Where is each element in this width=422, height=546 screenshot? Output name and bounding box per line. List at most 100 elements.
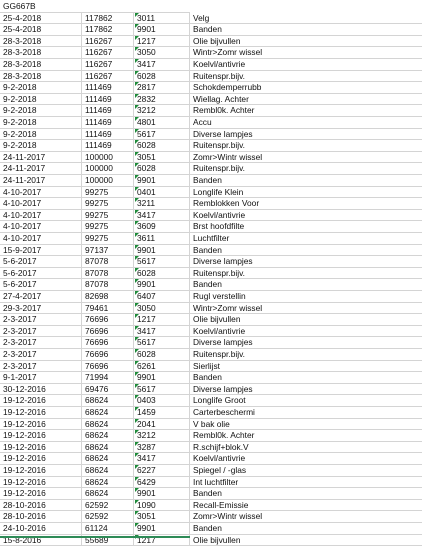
mileage-cell[interactable]: 111469: [82, 117, 134, 129]
mileage-cell[interactable]: 68624: [82, 395, 134, 407]
mileage-cell[interactable]: 68624: [82, 465, 134, 477]
description-cell[interactable]: Rembl0k. Achter: [190, 430, 422, 442]
date-cell[interactable]: 9-2-2018: [0, 128, 82, 141]
date-cell[interactable]: 4-10-2017: [0, 221, 82, 233]
date-cell[interactable]: 28-3-2018: [0, 70, 82, 83]
description-cell[interactable]: Olie bijvullen: [190, 314, 422, 326]
mileage-cell[interactable]: 97137: [82, 244, 134, 257]
code-cell[interactable]: 3609: [134, 221, 190, 233]
date-cell[interactable]: 29-3-2017: [0, 302, 82, 315]
description-cell[interactable]: Diverse lampjes: [190, 384, 422, 396]
date-cell[interactable]: 28-10-2016: [0, 511, 82, 523]
description-cell[interactable]: Brst hoofdfilte: [190, 221, 422, 233]
description-cell[interactable]: Diverse lampjes: [190, 337, 422, 349]
date-cell[interactable]: 19-12-2016: [0, 395, 82, 407]
mileage-cell[interactable]: 76696: [82, 349, 134, 361]
description-cell[interactable]: Int luchtfilter: [190, 477, 422, 489]
date-cell[interactable]: 24-10-2016: [0, 523, 82, 535]
description-cell[interactable]: Ruitenspr.bijv.: [190, 349, 422, 361]
code-cell[interactable]: 2832: [134, 93, 190, 106]
code-cell[interactable]: 5617: [134, 337, 190, 349]
description-cell[interactable]: Wintr>Zomr wissel: [190, 47, 422, 59]
mileage-cell[interactable]: 117862: [82, 24, 134, 36]
code-cell[interactable]: 3417: [134, 59, 190, 71]
mileage-cell[interactable]: 68624: [82, 441, 134, 454]
date-cell[interactable]: 4-10-2017: [0, 186, 82, 199]
description-cell[interactable]: Banden: [190, 488, 422, 500]
date-cell[interactable]: 28-3-2018: [0, 47, 82, 59]
code-cell[interactable]: 3050: [134, 302, 190, 315]
description-cell[interactable]: Luchtfilter: [190, 233, 422, 245]
date-cell[interactable]: 2-3-2017: [0, 314, 82, 326]
code-cell[interactable]: 1090: [134, 499, 190, 512]
date-cell[interactable]: 19-12-2016: [0, 476, 82, 489]
mileage-cell[interactable]: 99275: [82, 209, 134, 222]
code-cell[interactable]: 2041: [134, 418, 190, 431]
date-cell[interactable]: 19-12-2016: [0, 465, 82, 477]
description-cell[interactable]: Ruitenspr.bijv.: [190, 140, 422, 152]
date-cell[interactable]: 24-11-2017: [0, 151, 82, 164]
code-cell[interactable]: 9901: [134, 175, 190, 187]
description-cell[interactable]: Koelvl/antivrie: [190, 326, 422, 338]
code-cell[interactable]: 3287: [134, 441, 190, 454]
code-cell[interactable]: 5617: [134, 128, 190, 141]
date-cell[interactable]: 4-10-2017: [0, 198, 82, 210]
date-cell[interactable]: 2-3-2017: [0, 325, 82, 338]
code-cell[interactable]: 6028: [134, 140, 190, 152]
date-cell[interactable]: 30-12-2016: [0, 383, 82, 396]
code-cell[interactable]: 3611: [134, 233, 190, 245]
code-cell[interactable]: 9901: [134, 244, 190, 257]
code-cell[interactable]: 1217: [134, 35, 190, 48]
code-cell[interactable]: 1217: [134, 314, 190, 326]
mileage-cell[interactable]: 62592: [82, 499, 134, 512]
code-cell[interactable]: 5617: [134, 256, 190, 268]
date-cell[interactable]: 19-12-2016: [0, 418, 82, 431]
date-cell[interactable]: 24-11-2017: [0, 175, 82, 187]
description-cell[interactable]: Koelvl/antivrie: [190, 210, 422, 222]
mileage-cell[interactable]: 76696: [82, 360, 134, 373]
date-cell[interactable]: 9-2-2018: [0, 105, 82, 117]
description-cell[interactable]: Velg: [190, 13, 422, 25]
date-cell[interactable]: 15-9-2017: [0, 244, 82, 257]
code-cell[interactable]: 3417: [134, 325, 190, 338]
description-cell[interactable]: Spiegel / -glas: [190, 465, 422, 477]
mileage-cell[interactable]: 99275: [82, 233, 134, 245]
description-cell[interactable]: Olie bijvullen: [190, 36, 422, 48]
date-cell[interactable]: 27-4-2017: [0, 291, 82, 303]
description-cell[interactable]: Banden: [190, 372, 422, 384]
date-cell[interactable]: 28-10-2016: [0, 499, 82, 512]
code-cell[interactable]: 9901: [134, 372, 190, 384]
code-cell[interactable]: 3050: [134, 47, 190, 59]
description-cell[interactable]: Accu: [190, 117, 422, 129]
date-cell[interactable]: 9-2-2018: [0, 93, 82, 106]
description-cell[interactable]: Ruitenspr.bijv.: [190, 71, 422, 83]
date-cell[interactable]: 19-12-2016: [0, 430, 82, 442]
code-cell[interactable]: 6028: [134, 163, 190, 175]
description-cell[interactable]: Koelvl/antivrie: [190, 59, 422, 71]
code-cell[interactable]: 6261: [134, 360, 190, 373]
description-cell[interactable]: Rugl verstellin: [190, 291, 422, 303]
description-cell[interactable]: Zomr>Wintr wissel: [190, 152, 422, 164]
mileage-cell[interactable]: 69476: [82, 383, 134, 396]
description-cell[interactable]: Olie bijvullen: [190, 535, 422, 546]
date-cell[interactable]: 5-6-2017: [0, 267, 82, 280]
code-cell[interactable]: 3417: [134, 453, 190, 465]
mileage-cell[interactable]: 116267: [82, 59, 134, 71]
date-cell[interactable]: 9-2-2018: [0, 140, 82, 152]
mileage-cell[interactable]: 87078: [82, 267, 134, 280]
mileage-cell[interactable]: 76696: [82, 337, 134, 349]
description-cell[interactable]: Recall-Emissie: [190, 500, 422, 512]
code-cell[interactable]: 5617: [134, 383, 190, 396]
date-cell[interactable]: 28-3-2018: [0, 35, 82, 48]
date-cell[interactable]: 4-10-2017: [0, 209, 82, 222]
code-cell[interactable]: 3417: [134, 209, 190, 222]
code-cell[interactable]: 2817: [134, 82, 190, 94]
description-cell[interactable]: Ruitenspr.bijv.: [190, 268, 422, 280]
mileage-cell[interactable]: 116267: [82, 47, 134, 59]
date-cell[interactable]: 19-12-2016: [0, 488, 82, 500]
code-cell[interactable]: 6227: [134, 465, 190, 477]
description-cell[interactable]: Banden: [190, 175, 422, 187]
date-cell[interactable]: 19-12-2016: [0, 453, 82, 465]
code-cell[interactable]: 3212: [134, 105, 190, 117]
mileage-cell[interactable]: 116267: [82, 35, 134, 48]
